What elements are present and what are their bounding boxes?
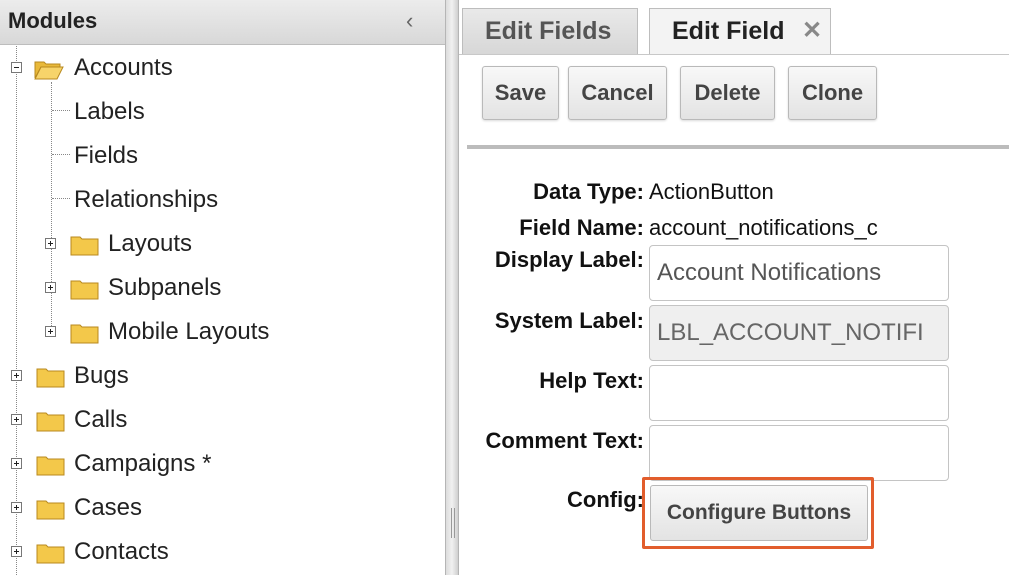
clone-button[interactable]: Clone: [788, 66, 877, 120]
folder-icon: [70, 280, 99, 300]
tree-label[interactable]: Accounts: [74, 52, 173, 84]
tab-label: Edit Fields: [485, 17, 612, 45]
modules-header: Modules ‹: [0, 0, 448, 45]
folder-icon: [70, 324, 99, 344]
cancel-button[interactable]: Cancel: [568, 66, 667, 120]
tree-label[interactable]: Mobile Layouts: [108, 316, 269, 348]
tab-edit-field[interactable]: Edit Field ✕: [649, 8, 831, 54]
data-type-label: Data Type:: [533, 179, 644, 204]
help-text-label: Help Text:: [539, 368, 644, 393]
tab-label: Edit Field: [672, 17, 785, 45]
folder-icon: [36, 456, 65, 476]
folder-icon: [36, 544, 65, 564]
tree-line: [52, 198, 70, 199]
collapse-panel-icon[interactable]: ‹: [406, 8, 413, 34]
comment-text-input[interactable]: [649, 425, 949, 481]
delete-button[interactable]: Delete: [680, 66, 775, 120]
config-label: Config:: [567, 487, 644, 512]
folder-icon: [70, 236, 99, 256]
system-label-label: System Label:: [494, 308, 644, 333]
folder-icon: [36, 368, 65, 388]
toolbar-divider: [467, 145, 1009, 149]
tree-label[interactable]: Cases: [74, 492, 142, 524]
tab-divider: [459, 54, 1009, 55]
tree-label[interactable]: Bugs: [74, 360, 129, 392]
tree-item-accounts[interactable]: Accounts: [0, 52, 440, 84]
field-name-label: Field Name:: [519, 215, 644, 240]
tree-line: [52, 154, 70, 155]
modules-panel: Modules ‹ Accounts Labels Fields Relatio…: [0, 0, 448, 575]
tree-label[interactable]: Calls: [74, 404, 127, 436]
expand-node-icon[interactable]: [45, 238, 56, 249]
data-type-value: ActionButton: [649, 179, 774, 204]
expand-node-icon[interactable]: [45, 326, 56, 337]
system-label-input: [649, 305, 949, 361]
expand-node-icon[interactable]: [11, 414, 22, 425]
tree-label[interactable]: Relationships: [74, 184, 218, 216]
close-tab-icon[interactable]: ✕: [802, 9, 822, 53]
display-label-label: Display Label:: [494, 247, 644, 272]
configure-buttons-button[interactable]: Configure Buttons: [650, 485, 868, 541]
display-label-input[interactable]: [649, 245, 949, 301]
tree-line: [16, 46, 17, 575]
save-button[interactable]: Save: [482, 66, 559, 120]
tree-label[interactable]: Campaigns *: [74, 448, 211, 480]
tree-label[interactable]: Contacts: [74, 536, 169, 568]
splitter-grip-icon[interactable]: [451, 508, 455, 538]
folder-icon: [36, 412, 65, 432]
tab-edit-fields[interactable]: Edit Fields: [462, 8, 638, 54]
tree-label[interactable]: Fields: [74, 140, 138, 172]
expand-node-icon[interactable]: [11, 370, 22, 381]
help-text-input[interactable]: [649, 365, 949, 421]
tree-line: [52, 110, 70, 111]
tree-label[interactable]: Labels: [74, 96, 145, 128]
expand-node-icon[interactable]: [11, 546, 22, 557]
modules-title: Modules: [8, 8, 98, 33]
tree-label[interactable]: Layouts: [108, 228, 192, 260]
field-name-value: account_notifications_c: [649, 215, 878, 240]
comment-text-label: Comment Text:: [485, 428, 645, 453]
expand-node-icon[interactable]: [11, 458, 22, 469]
expand-node-icon[interactable]: [45, 282, 56, 293]
expand-node-icon[interactable]: [11, 502, 22, 513]
panel-splitter[interactable]: [445, 0, 459, 575]
edit-field-panel: Edit Fields Edit Field ✕ Save Cancel Del…: [459, 0, 1009, 575]
folder-open-icon: [34, 61, 64, 80]
folder-icon: [36, 500, 65, 520]
tree-label[interactable]: Subpanels: [108, 272, 221, 304]
collapse-node-icon[interactable]: [11, 62, 22, 73]
